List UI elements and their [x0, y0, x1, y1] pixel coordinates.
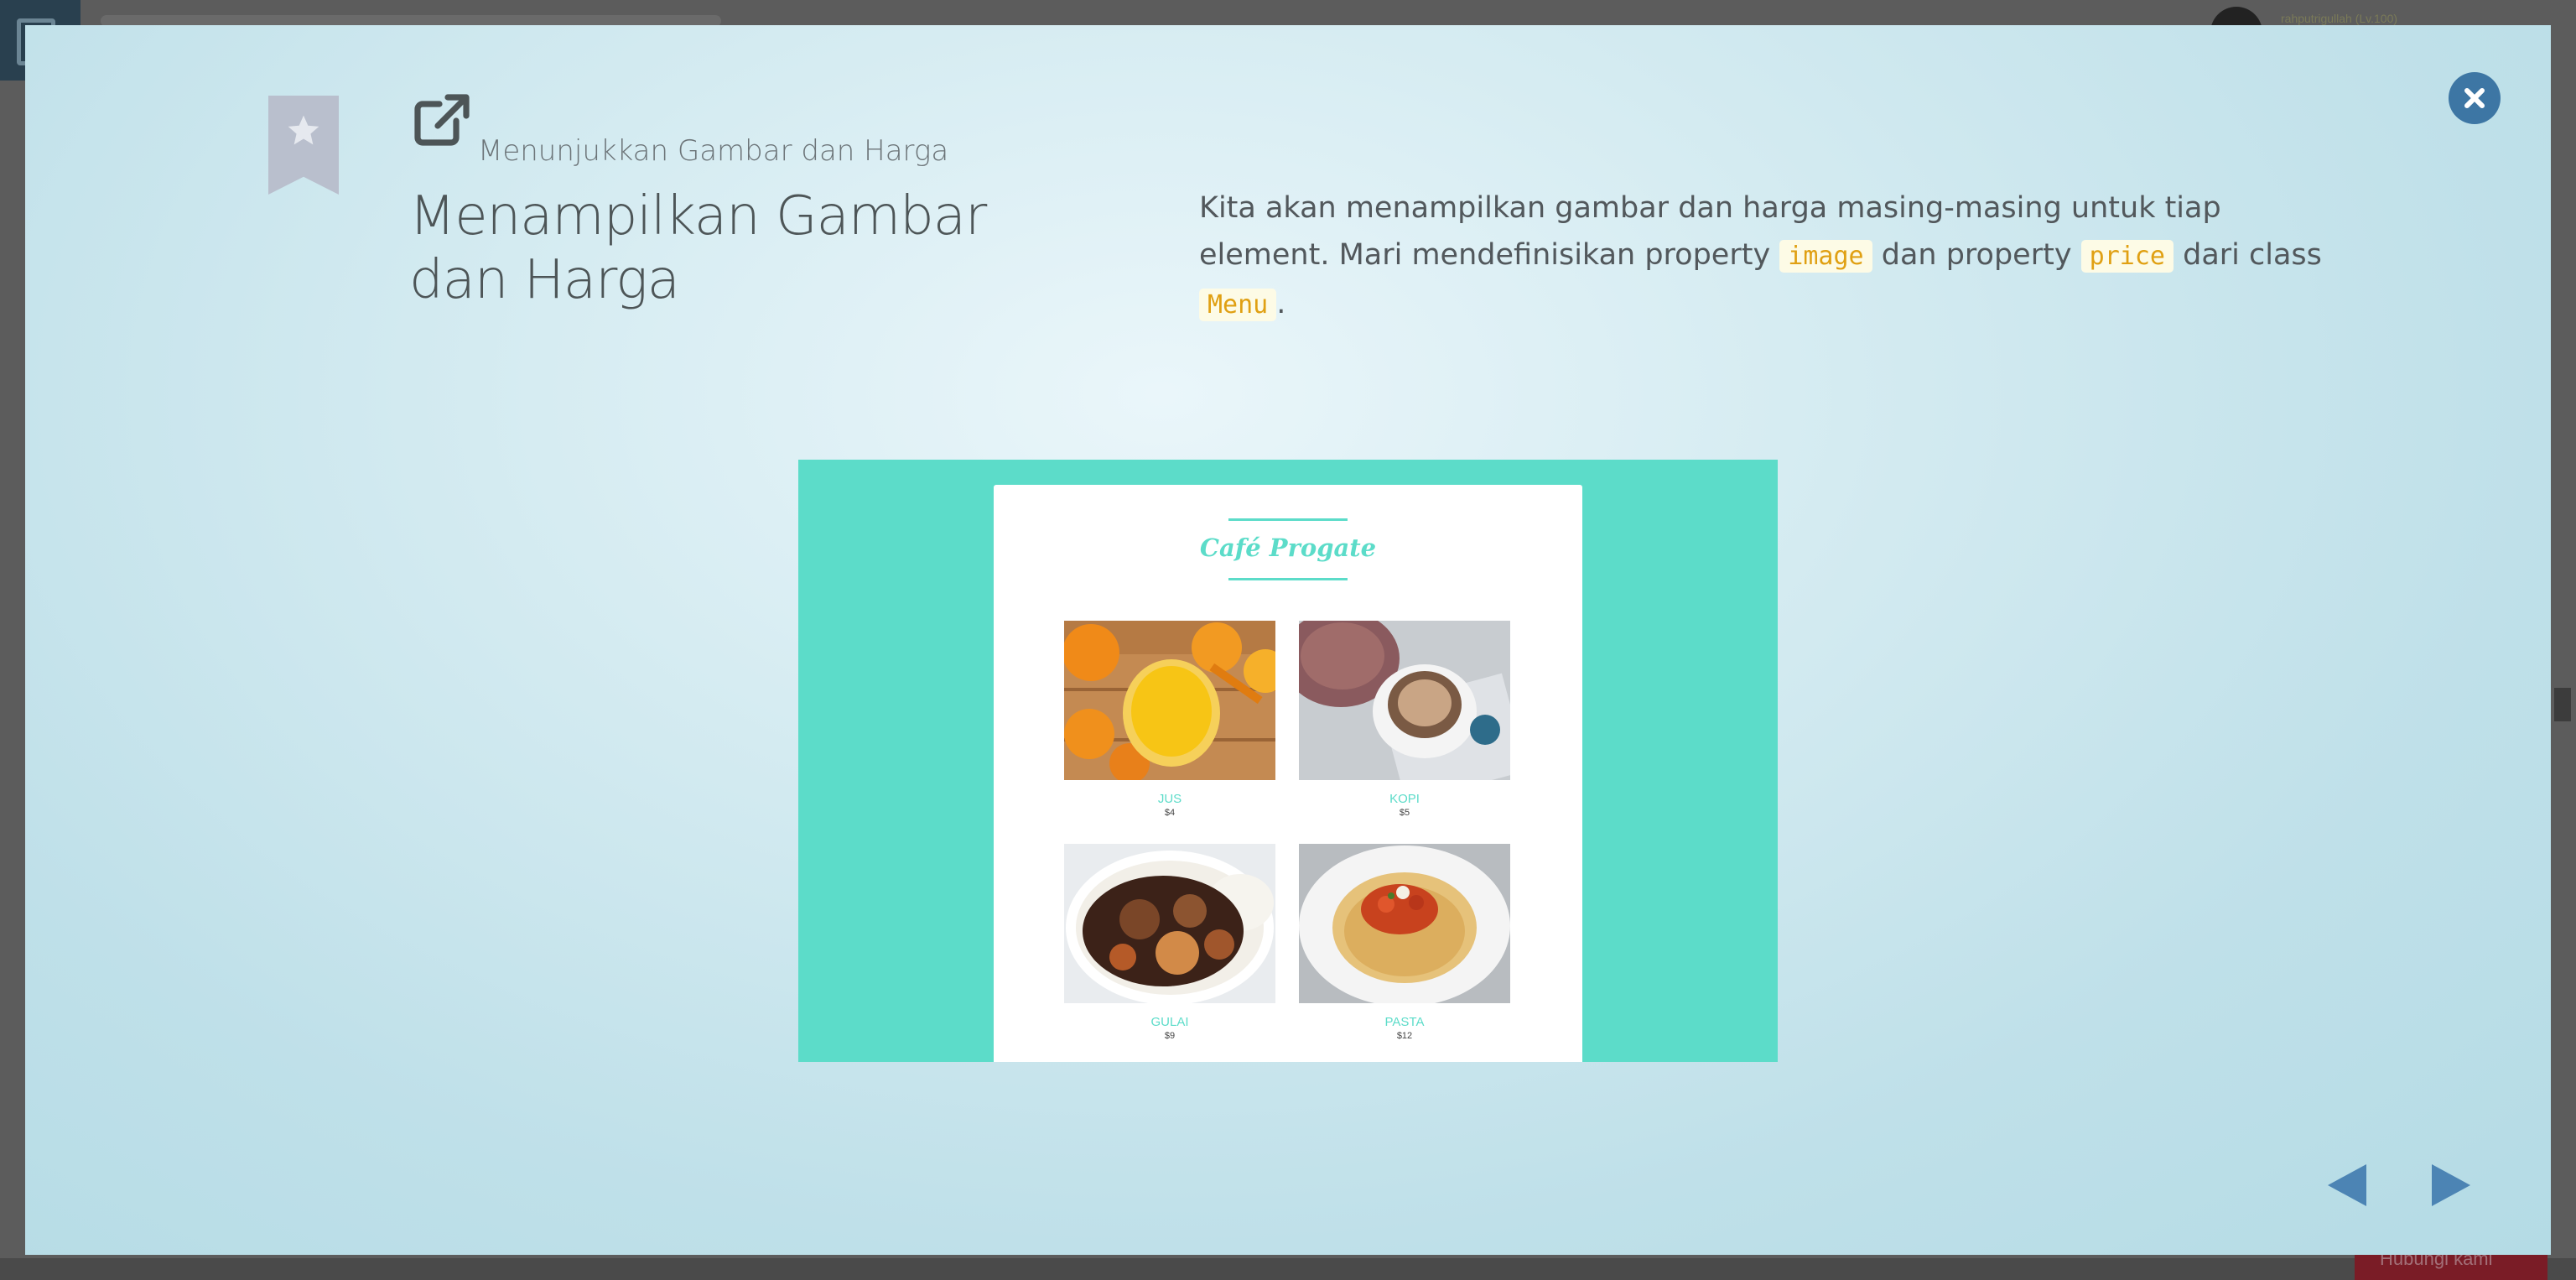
item-name: KOPI [1389, 792, 1420, 806]
menu-item: PASTA $12 [1299, 844, 1510, 1041]
item-price: $9 [1164, 1031, 1176, 1041]
background-scrollbar [2554, 688, 2571, 721]
item-price: $4 [1164, 808, 1176, 818]
slide-description: Kita akan menampilkan gambar dan harga m… [1199, 185, 2323, 329]
juice-photo [1064, 621, 1275, 780]
close-icon [2464, 88, 2485, 108]
divider [1228, 578, 1348, 580]
code-image: image [1779, 240, 1872, 273]
arrow-right-icon[interactable] [2432, 1164, 2470, 1206]
external-link-icon [414, 94, 470, 146]
breadcrumb: Menunjukkan Gambar dan Harga [478, 134, 949, 168]
description-text: . [1276, 287, 1286, 320]
item-name: JUS [1157, 792, 1182, 806]
coffee-photo [1299, 621, 1510, 780]
menu-item: KOPI $5 [1299, 621, 1510, 818]
description-text: dari class [2173, 238, 2322, 272]
star-icon [288, 115, 319, 145]
arrow-left-icon[interactable] [2328, 1164, 2366, 1206]
bookmark-icon[interactable] [268, 96, 339, 195]
code-menu: Menu [1199, 289, 1277, 321]
divider [1228, 518, 1348, 521]
code-price: price [2080, 240, 2174, 273]
slide-modal: Menunjukkan Gambar dan Harga Menampilkan… [25, 25, 2551, 1255]
close-button[interactable] [2449, 72, 2501, 124]
item-name: PASTA [1384, 1015, 1425, 1029]
page-title: Menampilkan Gambar dan Harga [409, 185, 987, 311]
item-price: $12 [1396, 1031, 1413, 1041]
background-bottom-bar [0, 1258, 2576, 1280]
description-text: dan property [1872, 238, 2081, 272]
username-label: rahputrigullah (Lv.100) [2281, 12, 2398, 25]
item-price: $5 [1399, 808, 1410, 818]
menu-item: JUS $4 [1064, 621, 1275, 818]
cafe-title: Café Progate [1199, 533, 1377, 562]
item-name: GULAI [1150, 1015, 1189, 1029]
pasta-photo [1299, 844, 1510, 1003]
slide-image: Café Progate JUS $4 KOPI $5 GULAI $9 PAS… [798, 460, 1778, 1062]
curry-photo [1064, 844, 1275, 1003]
menu-item: GULAI $9 [1064, 844, 1275, 1041]
menu-card: Café Progate JUS $4 KOPI $5 GULAI $9 PAS… [994, 485, 1582, 1062]
